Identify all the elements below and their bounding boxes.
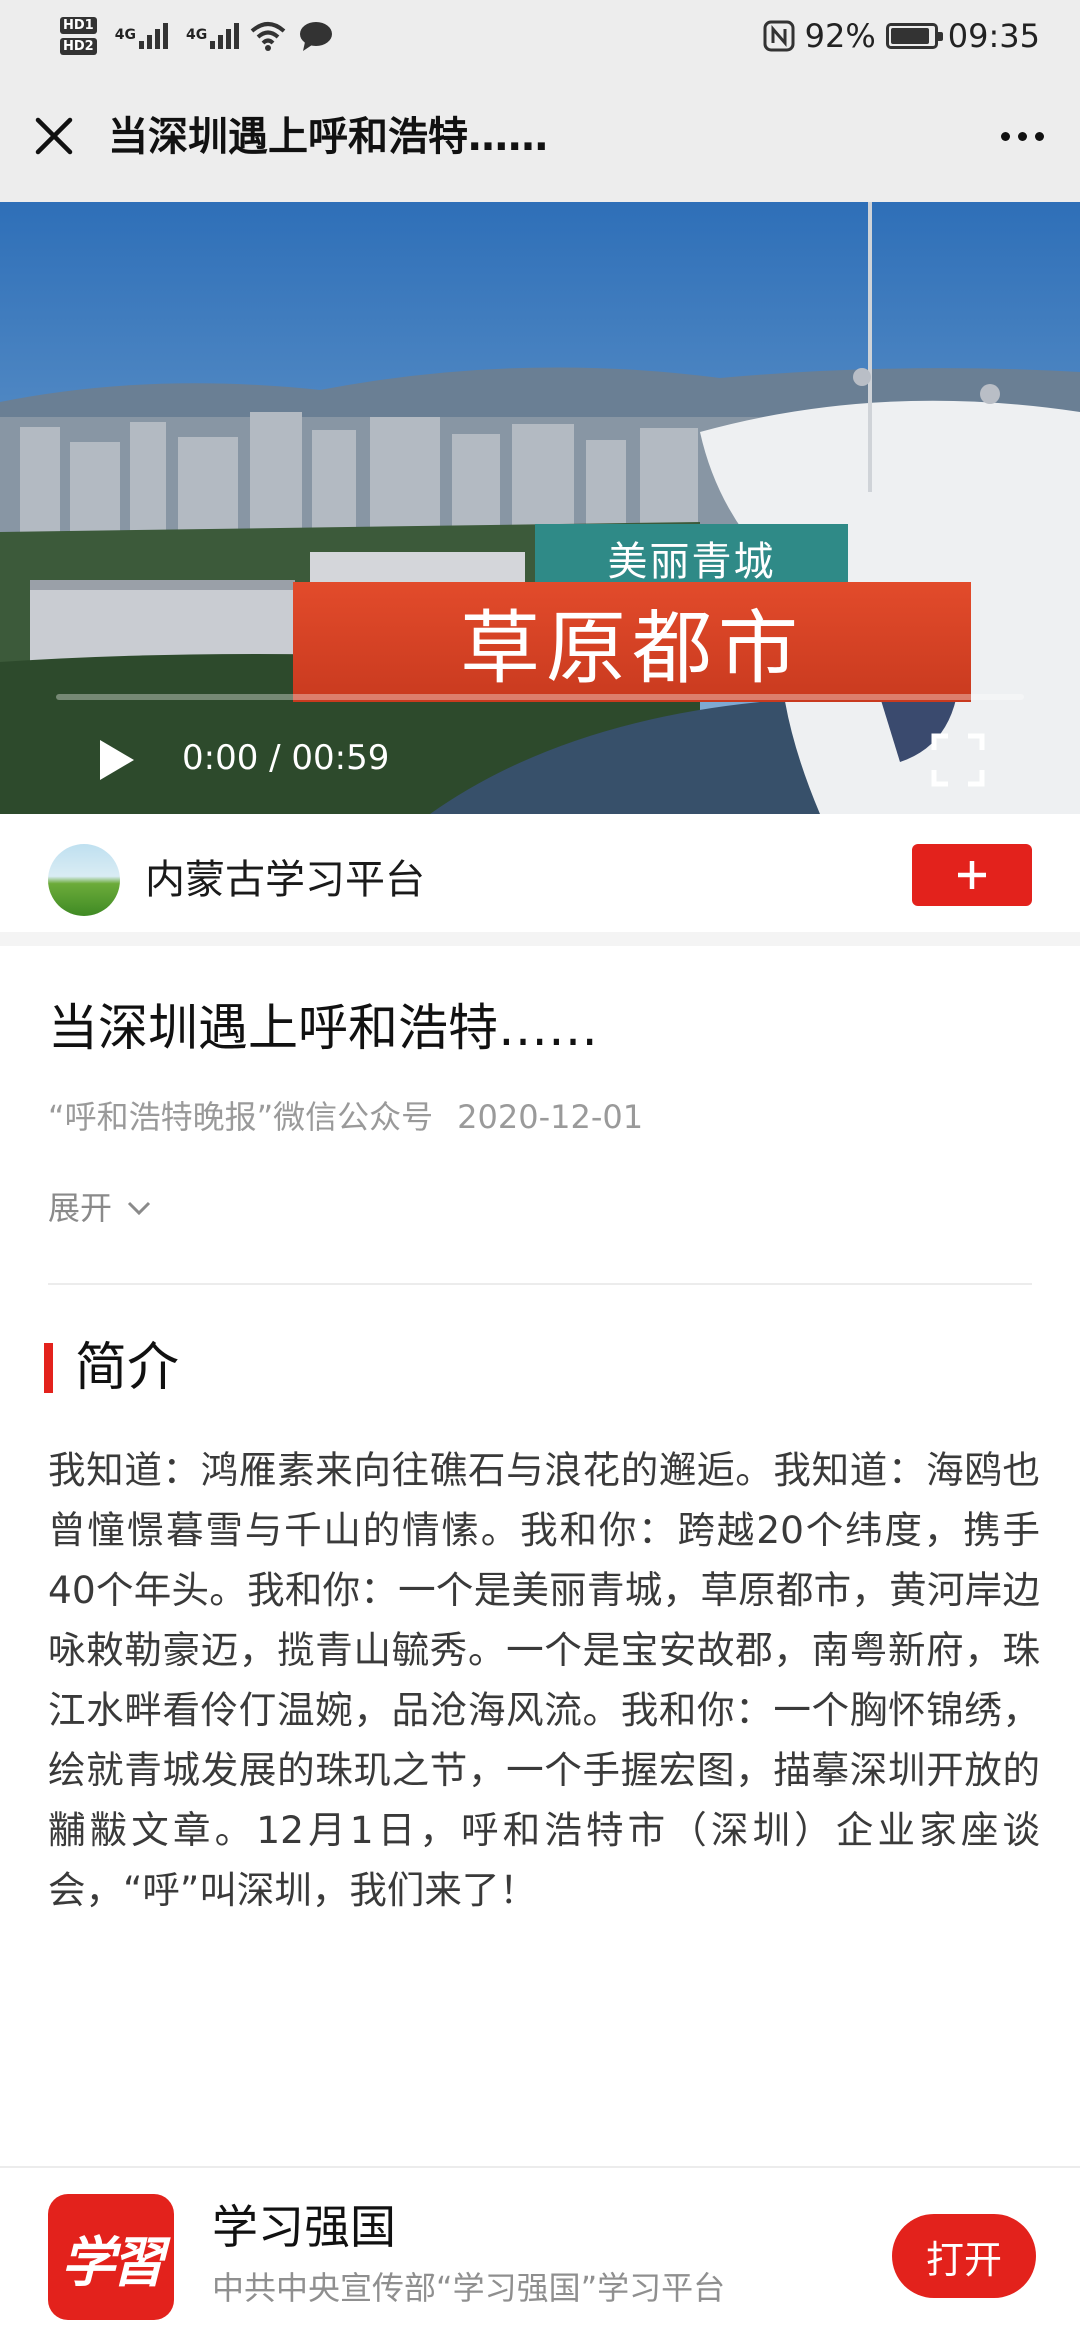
publisher-avatar[interactable] [48,844,120,916]
app-name: 学习强国 [212,2200,396,2254]
publisher-row: 内蒙古学习平台 [0,814,1080,946]
divider [48,1283,1032,1285]
network-type-label-2: 4G [185,27,208,43]
article-title: 当深圳遇上呼和浩特…… [48,999,598,1057]
chevron-down-icon [127,1201,151,1216]
status-right: 92% 09:35 [763,12,1040,60]
page-title: 当深圳遇上呼和浩特…… [108,114,548,160]
chat-icon [300,22,333,51]
app-bar: 学習 学习强国 中共中央宣传部“学习强国”学习平台 打开 [0,2166,1080,2340]
play-icon[interactable] [92,734,140,786]
hd2-label: HD2 [60,38,97,55]
publisher-name[interactable]: 内蒙古学习平台 [145,854,425,906]
video-time: 0:00 / 00:59 [182,738,390,778]
hd-icon: HD1 HD2 [60,17,97,55]
status-left: HD1 HD2 4G 4G [60,8,335,64]
hd1-label: HD1 [60,17,97,34]
signal-icon: 4G [115,23,168,49]
article-meta: “呼和浩特晚报”微信公众号 2020-12-01 [48,1095,643,1139]
status-bar: HD1 HD2 4G 4G 92% 09:35 [0,0,1080,72]
plus-icon [958,861,986,889]
battery-level [890,28,930,44]
section-title: 简介 [75,1338,180,1398]
wifi-icon [250,22,286,51]
expand-label: 展开 [48,1189,113,1227]
nfc-icon [763,20,795,52]
follow-button[interactable] [912,844,1032,906]
fullscreen-icon[interactable] [928,730,988,790]
video-banner-large: 草原都市 [293,582,971,702]
title-bar: 当深圳遇上呼和浩特…… [0,72,1080,202]
intro-text: 我知道：鸿雁素来向往礁石与浪花的邂逅。我知道：海鸥也曾憧憬暮雪与千山的情愫。我和… [48,1448,1040,1912]
video-frame [0,202,1080,814]
open-app-button[interactable]: 打开 [892,2214,1036,2298]
video-progress-track[interactable] [56,694,1024,700]
clock: 09:35 [947,17,1040,55]
app-logo: 学習 [48,2194,174,2320]
network-type-label: 4G [114,27,136,43]
more-icon[interactable] [992,112,1052,160]
section-header: 简介 [44,1336,179,1400]
section-marker [44,1343,53,1393]
expand-button[interactable]: 展开 [48,1186,152,1230]
article-source: “呼和浩特晚报”微信公众号 [48,1098,434,1136]
app-description: 中共中央宣传部“学习强国”学习平台 [212,2269,726,2307]
battery-percent: 92% [804,17,876,55]
video-player[interactable]: 美丽青城 草原都市 0:00 / 00:59 [0,202,1080,814]
article-date: 2020-12-01 [457,1098,644,1136]
close-icon[interactable] [30,112,78,160]
signal-icon-2: 4G [185,23,240,49]
battery-icon [885,23,943,49]
